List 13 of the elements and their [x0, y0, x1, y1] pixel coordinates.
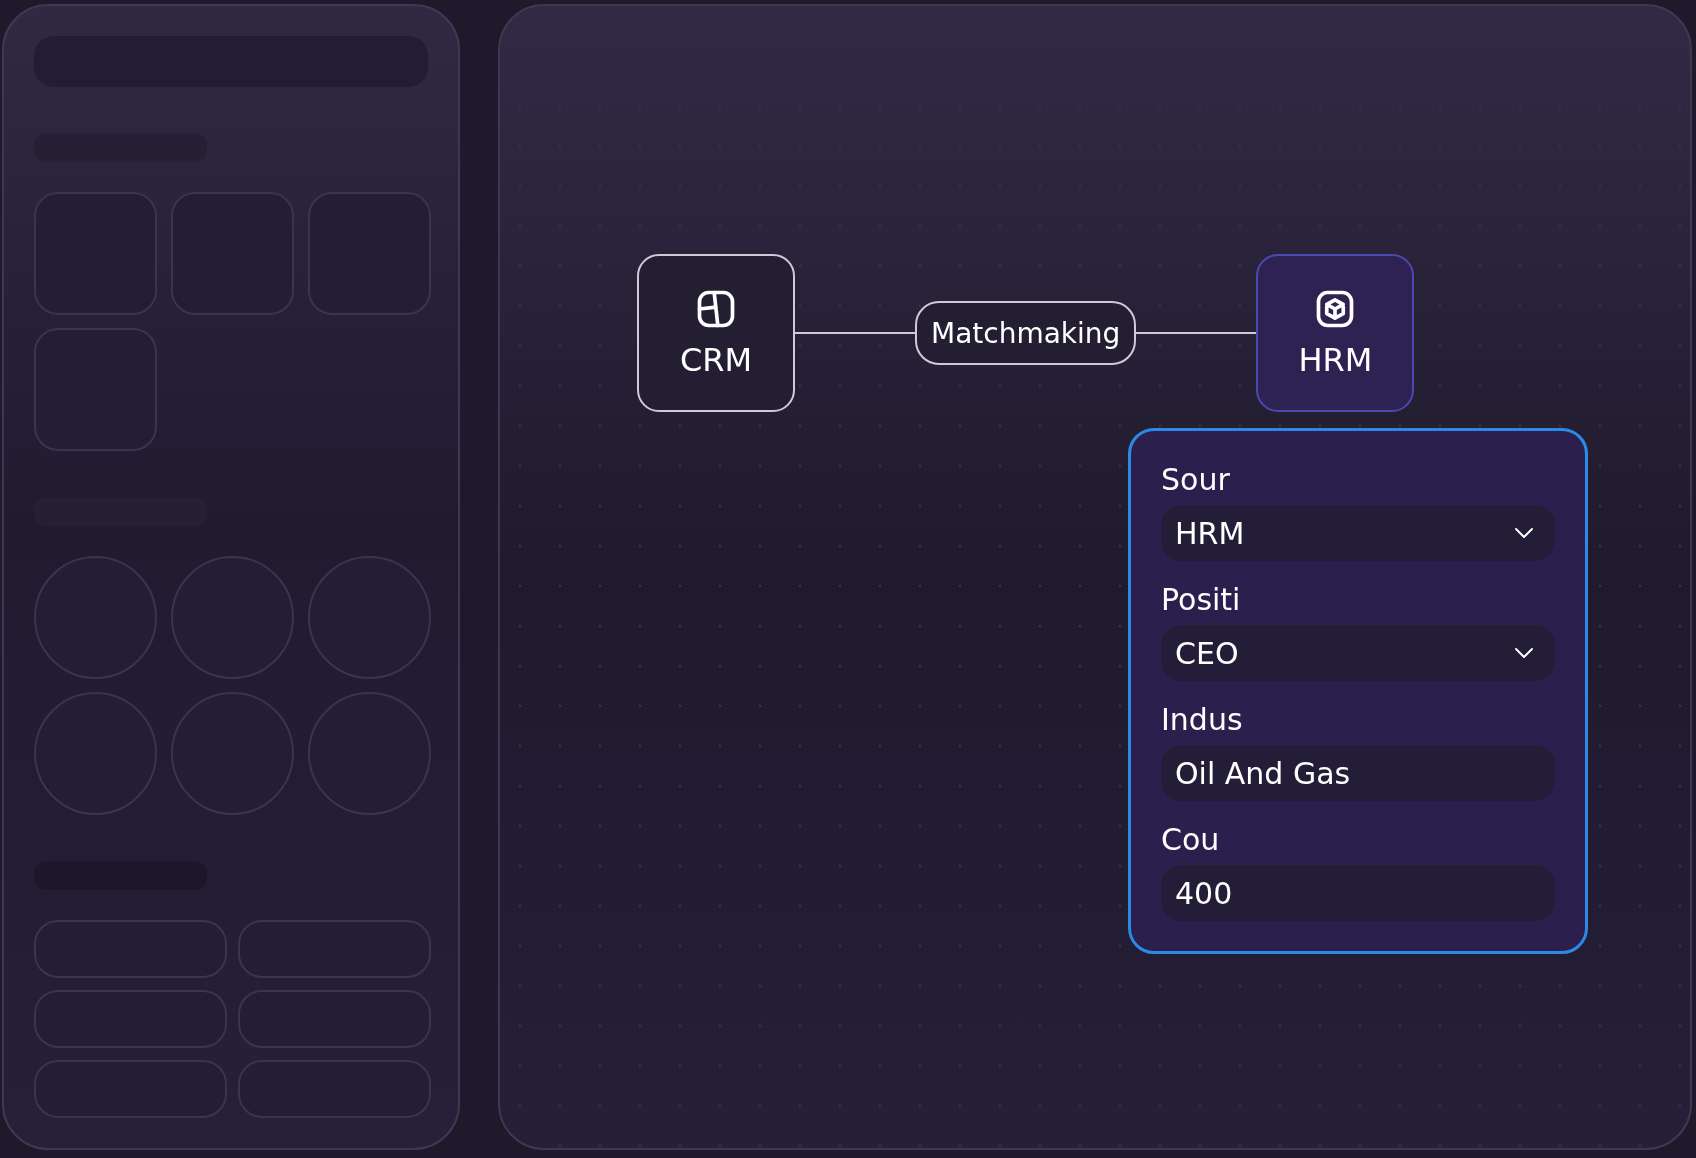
field-label: Indus	[1161, 701, 1243, 739]
chevron-down-icon	[1513, 646, 1535, 660]
select-field[interactable]: CEO	[1161, 625, 1555, 681]
select-field[interactable]: HRM	[1161, 505, 1555, 561]
field-label: Sour	[1161, 461, 1230, 499]
field-label: Cou	[1161, 821, 1220, 859]
chevron-down-icon	[1513, 526, 1535, 540]
input-field[interactable]: Oil And Gas	[1161, 745, 1555, 801]
diagram-node[interactable]: CRM	[637, 254, 795, 412]
diagram-node[interactable]: HRM	[1256, 254, 1415, 412]
link-label[interactable]: Matchmaking	[915, 301, 1137, 365]
field-label: Positi	[1161, 581, 1241, 619]
input-field[interactable]: 400	[1161, 865, 1555, 921]
